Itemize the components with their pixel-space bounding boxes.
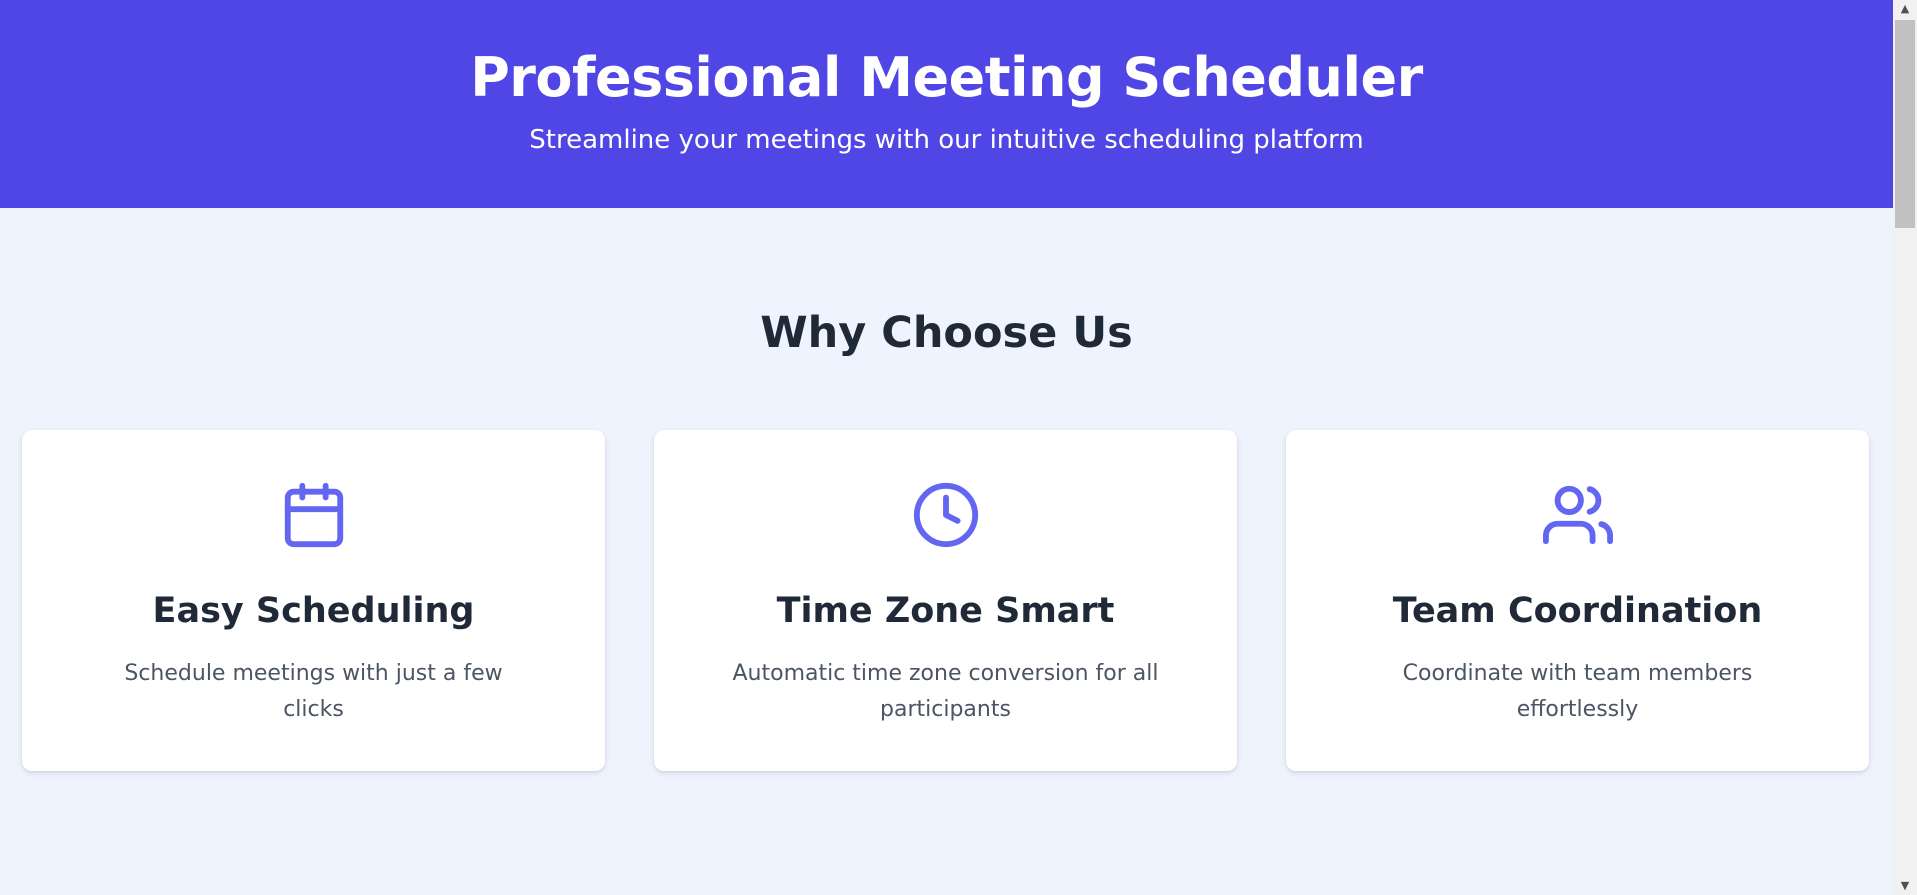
users-icon — [1542, 480, 1613, 550]
feature-card-title: Time Zone Smart — [776, 591, 1115, 631]
scroll-up-arrow[interactable]: ▲ — [1893, 0, 1917, 18]
scroll-down-arrow[interactable]: ▼ — [1893, 877, 1917, 895]
clock-icon — [911, 480, 981, 550]
calendar-icon — [279, 480, 349, 550]
feature-card-time-zone-smart: Time Zone Smart Automatic time zone conv… — [654, 430, 1237, 771]
feature-card-title: Easy Scheduling — [152, 591, 475, 631]
hero-subtitle: Streamline your meetings with our intuit… — [529, 125, 1364, 155]
hero-banner: Professional Meeting Scheduler Streamlin… — [0, 0, 1893, 208]
features-heading: Why Choose Us — [760, 308, 1133, 358]
vertical-scrollbar[interactable]: ▲ ▼ — [1893, 0, 1917, 895]
page: Professional Meeting Scheduler Streamlin… — [0, 0, 1893, 895]
feature-card-title: Team Coordination — [1392, 591, 1763, 631]
feature-card-description: Coordinate with team members effortlessl… — [1402, 661, 1753, 722]
feature-card-team-coordination: Team Coordination Coordinate with team m… — [1286, 430, 1869, 771]
feature-card-description: Schedule meetings with just a few clicks — [124, 661, 503, 722]
scrollbar-thumb[interactable] — [1895, 20, 1915, 228]
hero-title: Professional Meeting Scheduler — [470, 46, 1423, 109]
feature-card-description: Automatic time zone conversion for all p… — [732, 661, 1159, 722]
feature-card-easy-scheduling: Easy Scheduling Schedule meetings with j… — [22, 430, 605, 771]
